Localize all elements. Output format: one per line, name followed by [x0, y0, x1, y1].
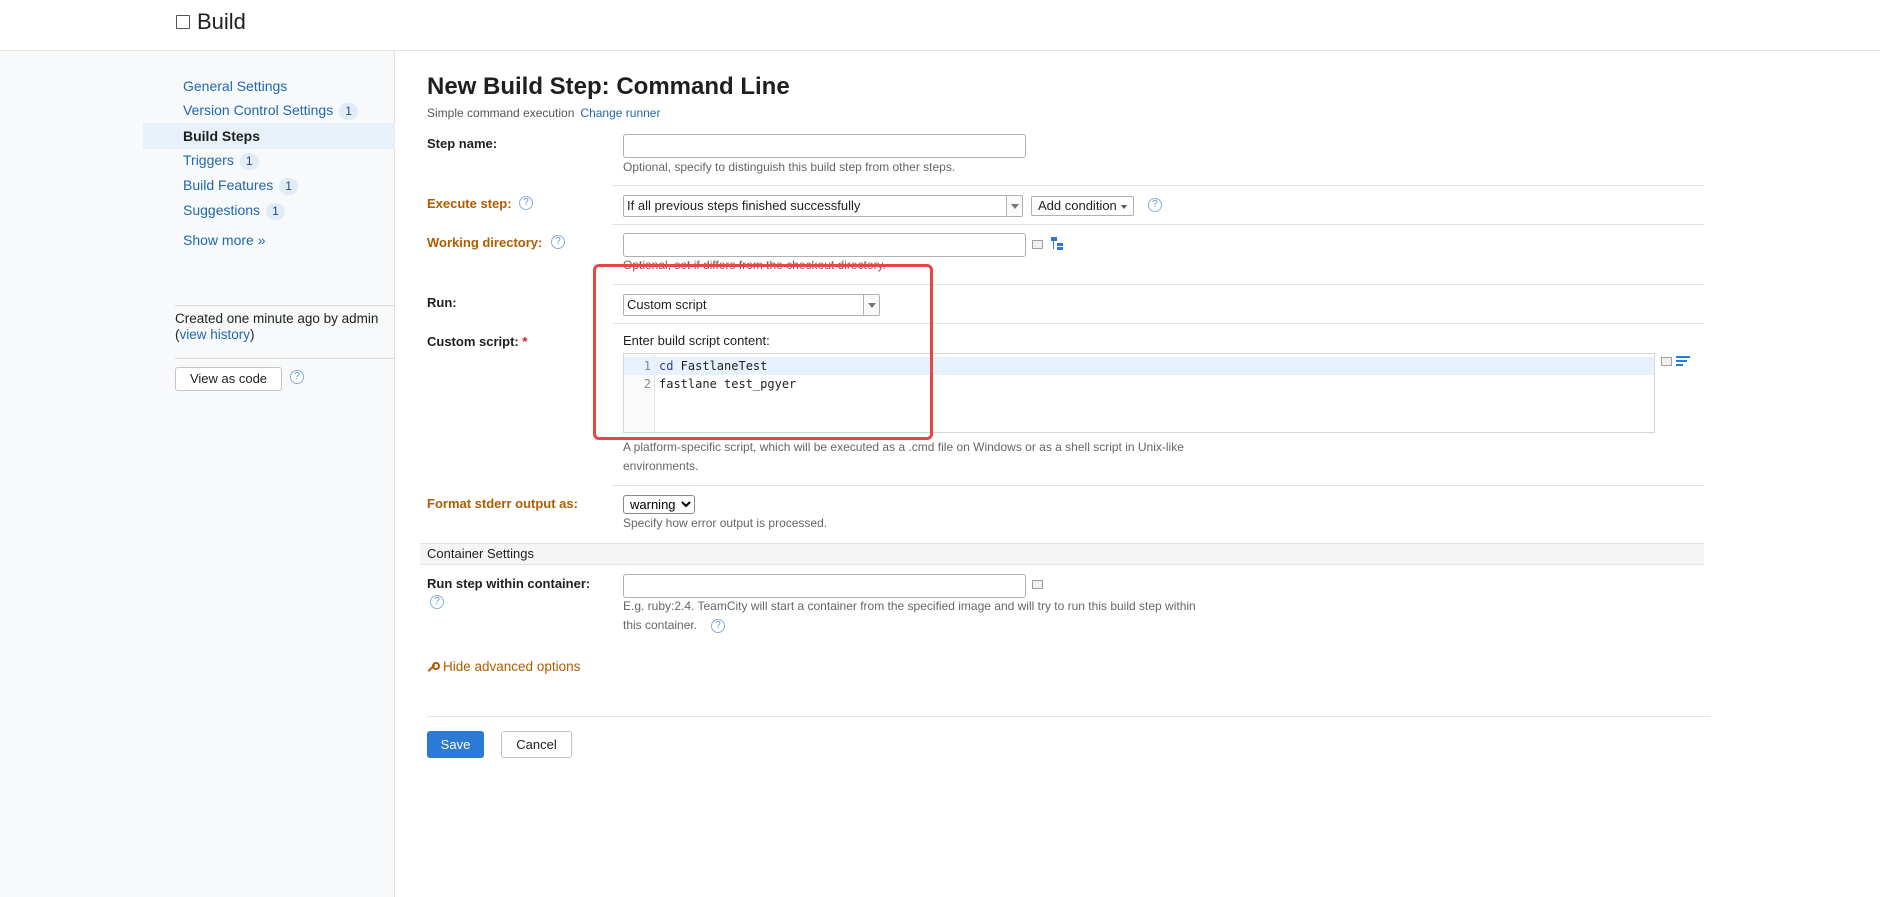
custom-script-label: Custom script: * — [427, 334, 527, 349]
execute-step-label: Execute step: — [427, 196, 512, 211]
run-in-container-label: Run step within container: — [427, 576, 591, 591]
page-subtitle: Simple command execution Change runner — [427, 106, 660, 120]
container-hint-line1: E.g. ruby:2.4. TeamCity will start a con… — [623, 599, 1196, 613]
divider — [612, 485, 1704, 486]
sidebar-item-build-steps[interactable]: Build Steps — [143, 123, 395, 149]
help-icon[interactable]: ? — [519, 196, 533, 210]
add-condition-button[interactable]: Add condition — [1031, 196, 1134, 216]
execute-step-select[interactable]: If all previous steps finished successfu… — [623, 195, 1023, 217]
subtitle-text: Simple command execution — [427, 106, 575, 120]
sidebar-item-suggestions[interactable]: Suggestions 1 — [143, 197, 395, 223]
divider — [612, 323, 1704, 324]
parameters-icon[interactable] — [1661, 357, 1672, 366]
code-line[interactable]: 1 cd FastlaneTest — [624, 357, 1654, 375]
required-mark: * — [522, 334, 528, 349]
run-value: Custom script — [627, 297, 707, 312]
code-rest: fastlane test_pgyer — [659, 377, 797, 391]
chevron-down-icon — [1120, 204, 1127, 209]
directory-tree-icon[interactable] — [1051, 237, 1064, 250]
divider — [612, 284, 1704, 285]
divider — [612, 185, 1704, 186]
line-number: 1 — [643, 359, 651, 373]
count-badge: 1 — [279, 178, 298, 195]
count-badge: 1 — [266, 203, 285, 220]
add-condition-label: Add condition — [1038, 198, 1117, 213]
save-button[interactable]: Save — [427, 731, 484, 758]
count-badge: 1 — [339, 103, 358, 120]
custom-script-prompt: Enter build script content: — [623, 333, 770, 348]
help-icon[interactable]: ? — [290, 370, 304, 384]
wrench-icon — [427, 662, 440, 672]
script-editor[interactable]: 1 cd FastlaneTest 2 fastlane test_pgyer — [623, 353, 1655, 433]
sidebar-item-label: Suggestions — [183, 202, 261, 218]
hide-advanced-options-link[interactable]: Hide advanced options — [427, 659, 580, 674]
divider — [175, 358, 395, 359]
divider — [427, 716, 1711, 717]
help-icon[interactable]: ? — [711, 619, 725, 633]
count-badge: 1 — [239, 153, 259, 170]
change-runner-link[interactable]: Change runner — [580, 106, 660, 120]
code-line[interactable]: 2 fastlane test_pgyer — [624, 375, 1654, 393]
sidebar-item-label: Build Features — [183, 177, 274, 193]
code-rest: FastlaneTest — [673, 359, 768, 373]
run-select[interactable]: Custom script — [623, 294, 880, 316]
container-hint-line2: this container. — [623, 618, 698, 632]
step-name-hint: Optional, specify to distinguish this bu… — [623, 160, 956, 174]
custom-script-hint-line1: A platform-specific script, which will b… — [623, 440, 1184, 454]
created-info: Created one minute ago by admin (view his… — [175, 311, 379, 342]
sidebar-item-general-settings[interactable]: General Settings — [143, 73, 395, 99]
sidebar-item-triggers[interactable]: Triggers 1 — [143, 147, 395, 173]
hide-advanced-label: Hide advanced options — [443, 659, 581, 674]
working-directory-label: Working directory: — [427, 235, 542, 250]
step-name-label: Step name: — [427, 136, 498, 151]
top-bar: Build — [0, 0, 1880, 51]
code-text: fastlane test_pgyer — [659, 375, 796, 393]
working-directory-label-text: Working directory: — [427, 235, 543, 250]
container-settings-heading: Container Settings — [420, 543, 1704, 565]
view-as-code-button[interactable]: View as code — [175, 367, 282, 391]
code-keyword: cd — [659, 359, 674, 373]
chevron-down-icon — [863, 295, 879, 315]
step-name-input[interactable] — [623, 134, 1026, 158]
code-text: cd FastlaneTest — [659, 357, 767, 375]
sidebar-item-label: Build Steps — [183, 128, 261, 144]
page-header-title: Build — [197, 9, 246, 34]
divider — [612, 224, 1704, 225]
sidebar-item-label: Triggers — [183, 152, 234, 168]
created-text: Created one minute ago by admin — [175, 311, 379, 326]
working-directory-input[interactable] — [623, 233, 1026, 257]
working-directory-hint: Optional, set if differs from the checko… — [623, 258, 887, 272]
checkbox-icon[interactable] — [176, 15, 190, 29]
execute-step-value: If all previous steps finished successfu… — [627, 198, 861, 213]
run-label: Run: — [427, 295, 457, 310]
format-stderr-label: Format stderr output as: — [427, 496, 578, 511]
cancel-button[interactable]: Cancel — [501, 731, 572, 758]
format-stderr-select[interactable]: warning — [623, 495, 695, 514]
custom-script-label-text: Custom script: — [427, 334, 519, 349]
help-icon[interactable]: ? — [551, 235, 565, 249]
format-stderr-hint: Specify how error output is processed. — [623, 516, 828, 530]
sidebar-item-build-features[interactable]: Build Features 1 — [143, 172, 395, 198]
sidebar-item-label: General Settings — [183, 78, 288, 94]
parameters-icon[interactable] — [1032, 580, 1043, 589]
help-icon[interactable]: ? — [430, 595, 444, 609]
word-wrap-icon[interactable] — [1676, 356, 1690, 366]
line-number: 2 — [643, 377, 651, 391]
divider — [175, 305, 395, 306]
parameters-icon[interactable] — [1032, 240, 1043, 249]
help-icon[interactable]: ? — [1148, 198, 1162, 212]
custom-script-hint-line2: environments. — [623, 459, 699, 473]
chevron-down-icon — [1006, 196, 1022, 216]
container-image-input[interactable] — [623, 574, 1026, 598]
sidebar-item-label: Version Control Settings — [183, 102, 334, 118]
view-history-link[interactable]: view history — [180, 327, 251, 342]
sidebar-item-version-control-settings[interactable]: Version Control Settings 1 — [143, 97, 395, 123]
page-title: New Build Step: Command Line — [427, 73, 790, 100]
show-more-link[interactable]: Show more » — [183, 232, 265, 248]
execute-step-label-text: Execute step: — [427, 196, 512, 211]
